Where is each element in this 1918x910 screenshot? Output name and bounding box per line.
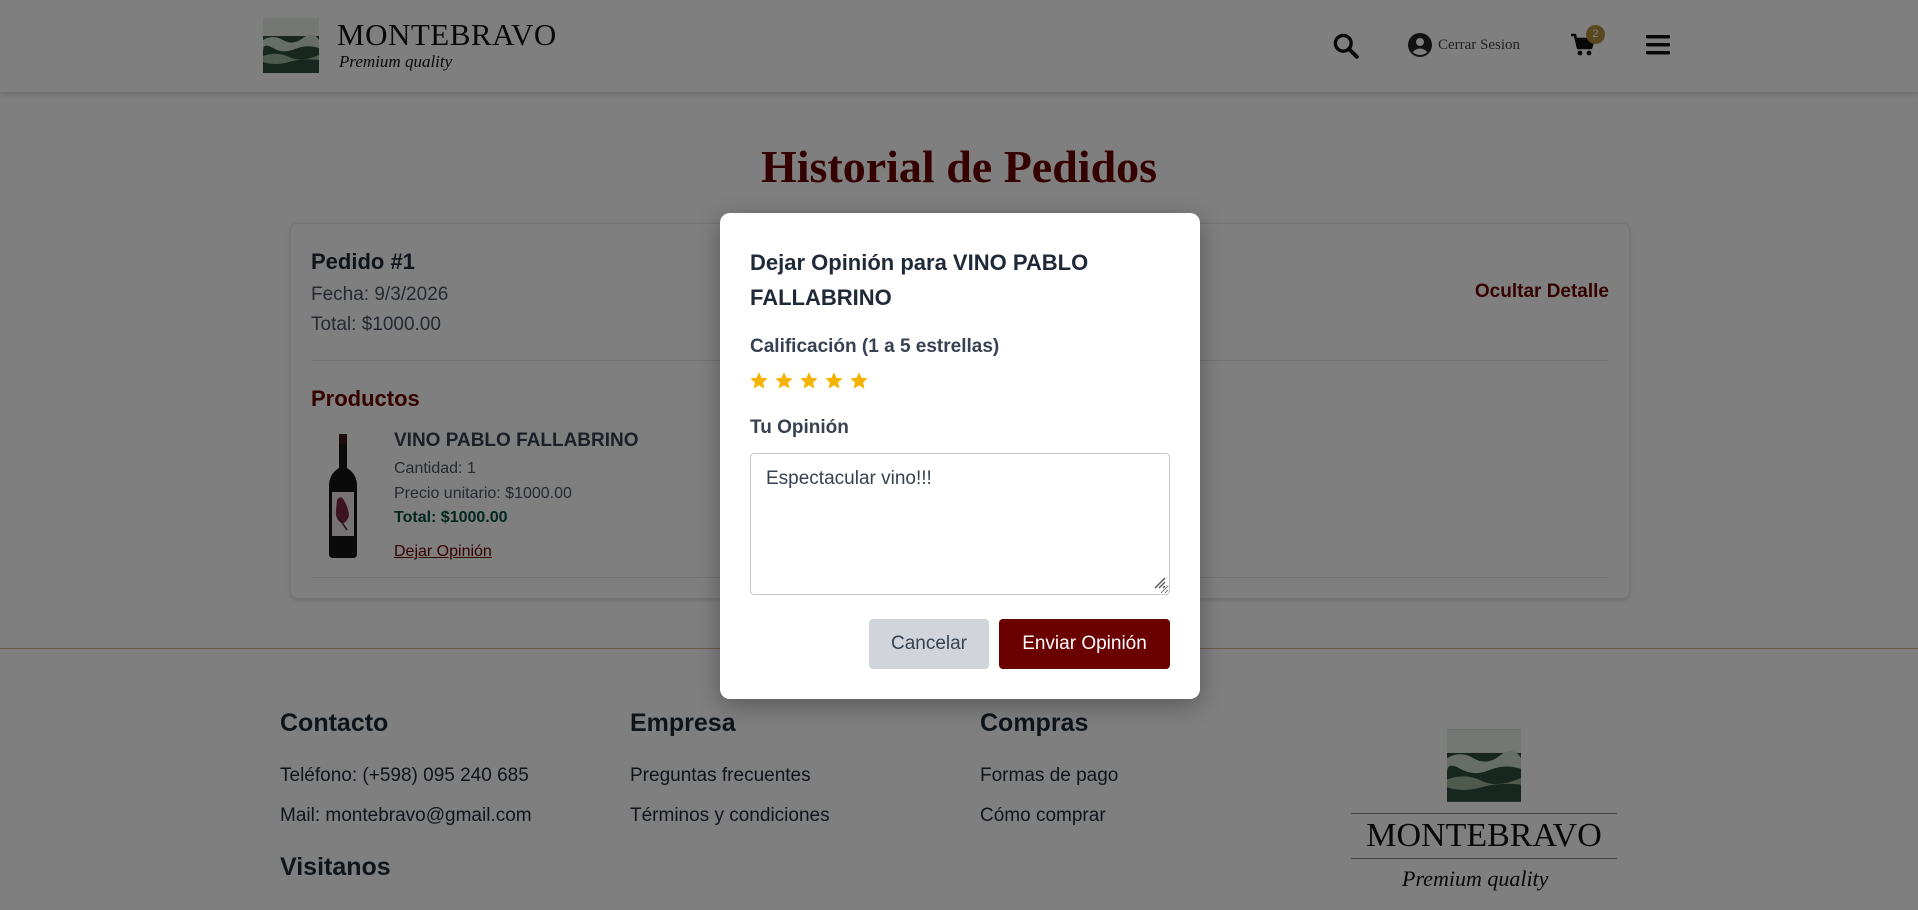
review-modal: Dejar Opinión para VINO PABLO FALLABRINO… [720, 213, 1200, 699]
opinion-textarea[interactable]: Espectacular vino!!! [750, 453, 1170, 595]
submit-review-button[interactable]: Enviar Opinión [999, 619, 1170, 669]
cancel-button[interactable]: Cancelar [869, 619, 989, 669]
star-icon[interactable] [824, 371, 844, 391]
star-icon[interactable] [774, 371, 794, 391]
star-icon[interactable] [849, 371, 869, 391]
modal-title: Dejar Opinión para VINO PABLO FALLABRINO [750, 250, 1089, 310]
star-icon[interactable] [799, 371, 819, 391]
star-rating[interactable] [749, 371, 869, 391]
star-icon[interactable] [749, 371, 769, 391]
rating-label: Calificación (1 a 5 estrellas) [750, 336, 1000, 357]
opinion-label: Tu Opinión [750, 417, 849, 438]
resize-grip-icon[interactable] [1152, 575, 1166, 589]
